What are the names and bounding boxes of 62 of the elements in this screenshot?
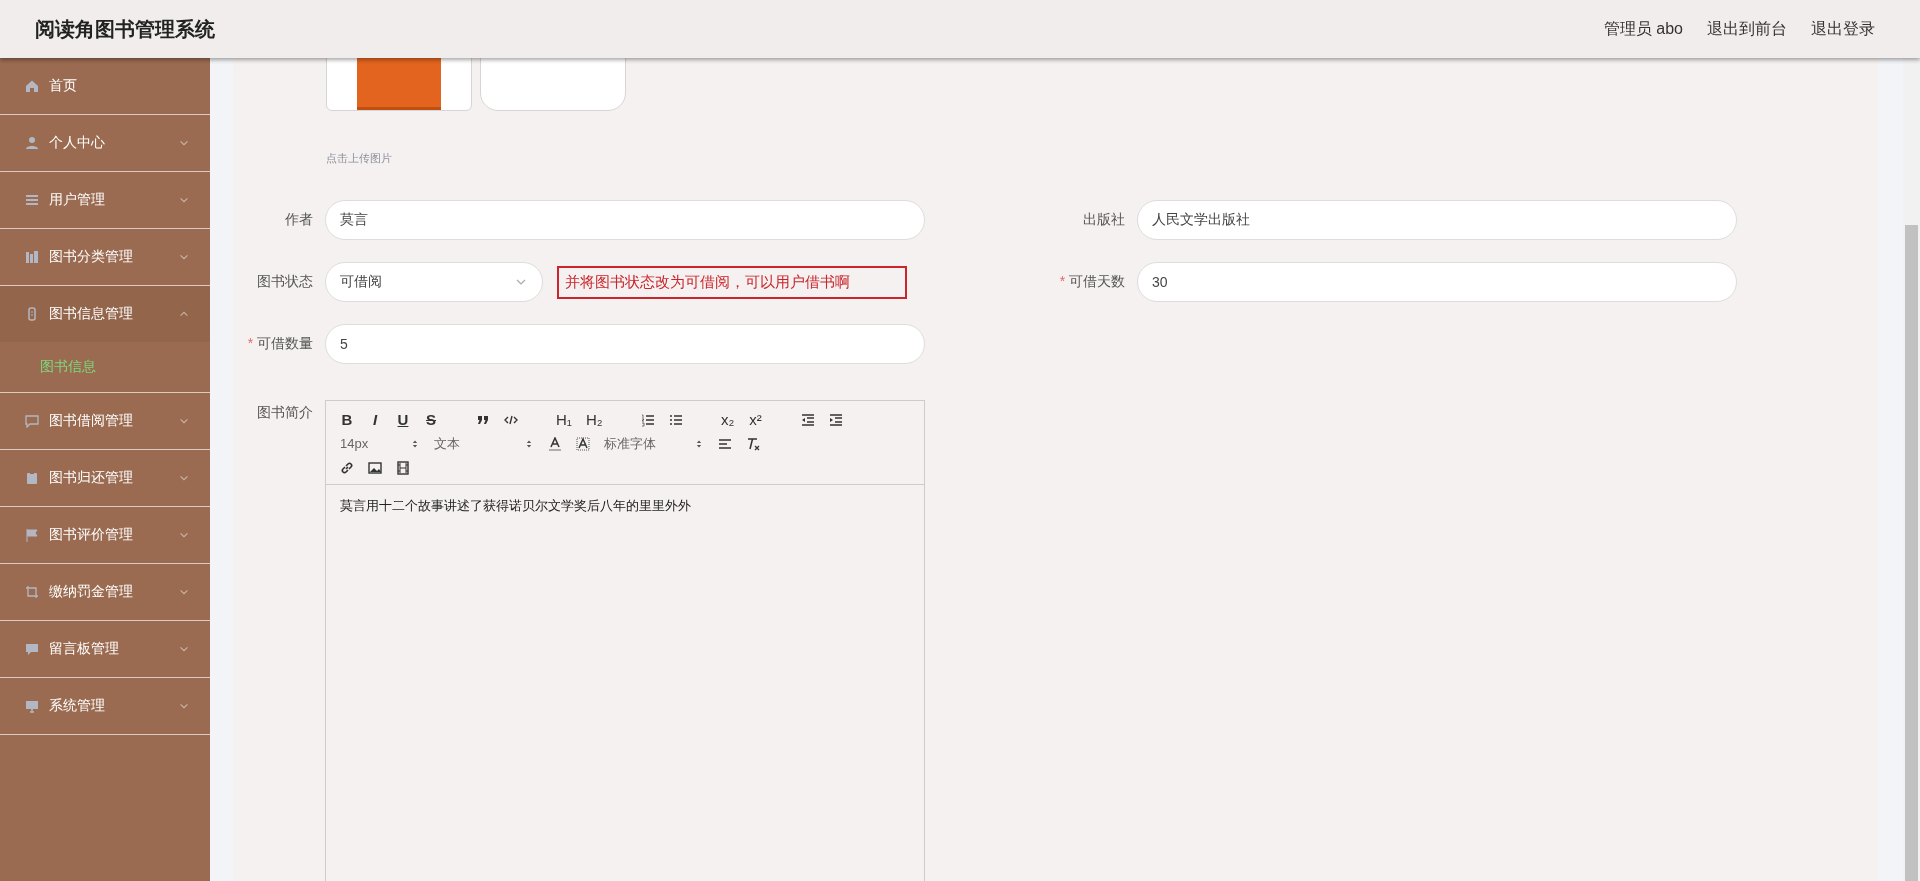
clear-format-icon[interactable]	[746, 436, 760, 451]
numbered-list-icon[interactable]	[640, 412, 655, 427]
person-icon	[25, 136, 39, 150]
editor-select[interactable]: 14px	[340, 436, 420, 451]
outdent-icon[interactable]	[800, 412, 815, 427]
monitor-icon	[25, 699, 39, 713]
menu-item[interactable]: 留言板管理	[0, 621, 210, 678]
editor-content[interactable]: 莫言用十二个故事讲述了获得诺贝尔文学奖后八年的里里外外	[326, 485, 924, 527]
format-button[interactable]: I	[368, 411, 382, 428]
annotation-note: 并将图书状态改为可借阅，可以用户借书啊	[557, 265, 907, 299]
menu-item[interactable]: 用户管理	[0, 172, 210, 229]
field-label: 作者	[285, 211, 313, 229]
indent-icon[interactable]	[828, 412, 843, 427]
link-icon[interactable]	[340, 460, 354, 475]
menu-item[interactable]: 首页	[0, 58, 210, 115]
clipboard-icon	[25, 471, 39, 485]
align-icon[interactable]	[718, 436, 732, 451]
input-field[interactable]: 人民文学出版社	[1137, 200, 1737, 240]
format-button[interactable]: x₂	[720, 411, 735, 428]
video-icon[interactable]	[396, 460, 410, 475]
books-icon	[25, 250, 39, 264]
format-button[interactable]: x²	[748, 411, 763, 428]
flag-icon	[25, 528, 39, 542]
bullet-list-icon[interactable]	[668, 412, 683, 427]
menu-item[interactable]: 图书信息管理	[0, 286, 210, 342]
format-button[interactable]: B	[340, 411, 354, 428]
editor-select[interactable]: 标准字体	[604, 434, 704, 453]
format-button[interactable]: S	[424, 411, 438, 428]
message-icon	[25, 642, 39, 656]
scrollbar[interactable]	[1903, 58, 1920, 881]
field-label: * 可借天数	[1059, 273, 1125, 291]
input-field[interactable]: 5	[325, 324, 925, 364]
header-link[interactable]: 退出登录	[1811, 18, 1875, 40]
font-color-icon[interactable]	[548, 436, 562, 451]
menu-item[interactable]: 图书评价管理	[0, 507, 210, 564]
input-field[interactable]: 莫言	[325, 200, 925, 240]
format-button[interactable]: U	[396, 411, 410, 428]
field-label: * 可借数量	[247, 335, 313, 353]
field-label: 图书简介	[256, 403, 313, 422]
format-button[interactable]: H₁	[556, 411, 572, 428]
crop-icon	[25, 585, 39, 599]
header-link[interactable]: 退出到前台	[1707, 18, 1787, 40]
app-title: 阅读角图书管理系统	[35, 16, 215, 42]
editor-select[interactable]: 文本	[434, 434, 534, 453]
menu-item[interactable]: 图书借阅管理	[0, 393, 210, 450]
image-icon[interactable]	[368, 460, 382, 475]
status-select[interactable]: 可借阅	[325, 262, 543, 302]
upload-hint: 点击上传图片	[325, 151, 393, 166]
chat-icon	[25, 414, 39, 428]
format-button[interactable]: H₂	[585, 411, 603, 428]
input-field[interactable]: 30	[1137, 262, 1737, 302]
menu-item[interactable]: 个人中心	[0, 115, 210, 172]
phone-icon	[25, 307, 39, 321]
field-label: 出版社	[1083, 211, 1125, 229]
user-menu-link[interactable]: 管理员 abo	[1603, 18, 1683, 40]
highlight-icon[interactable]	[576, 436, 590, 451]
field-label: 图书状态	[257, 273, 313, 291]
home-icon	[25, 79, 39, 93]
menu-item[interactable]: 图书归还管理	[0, 450, 210, 507]
list-icon	[25, 193, 39, 207]
menu-item[interactable]: 缴纳罚金管理	[0, 564, 210, 621]
menu-item[interactable]: 系统管理	[0, 678, 210, 735]
